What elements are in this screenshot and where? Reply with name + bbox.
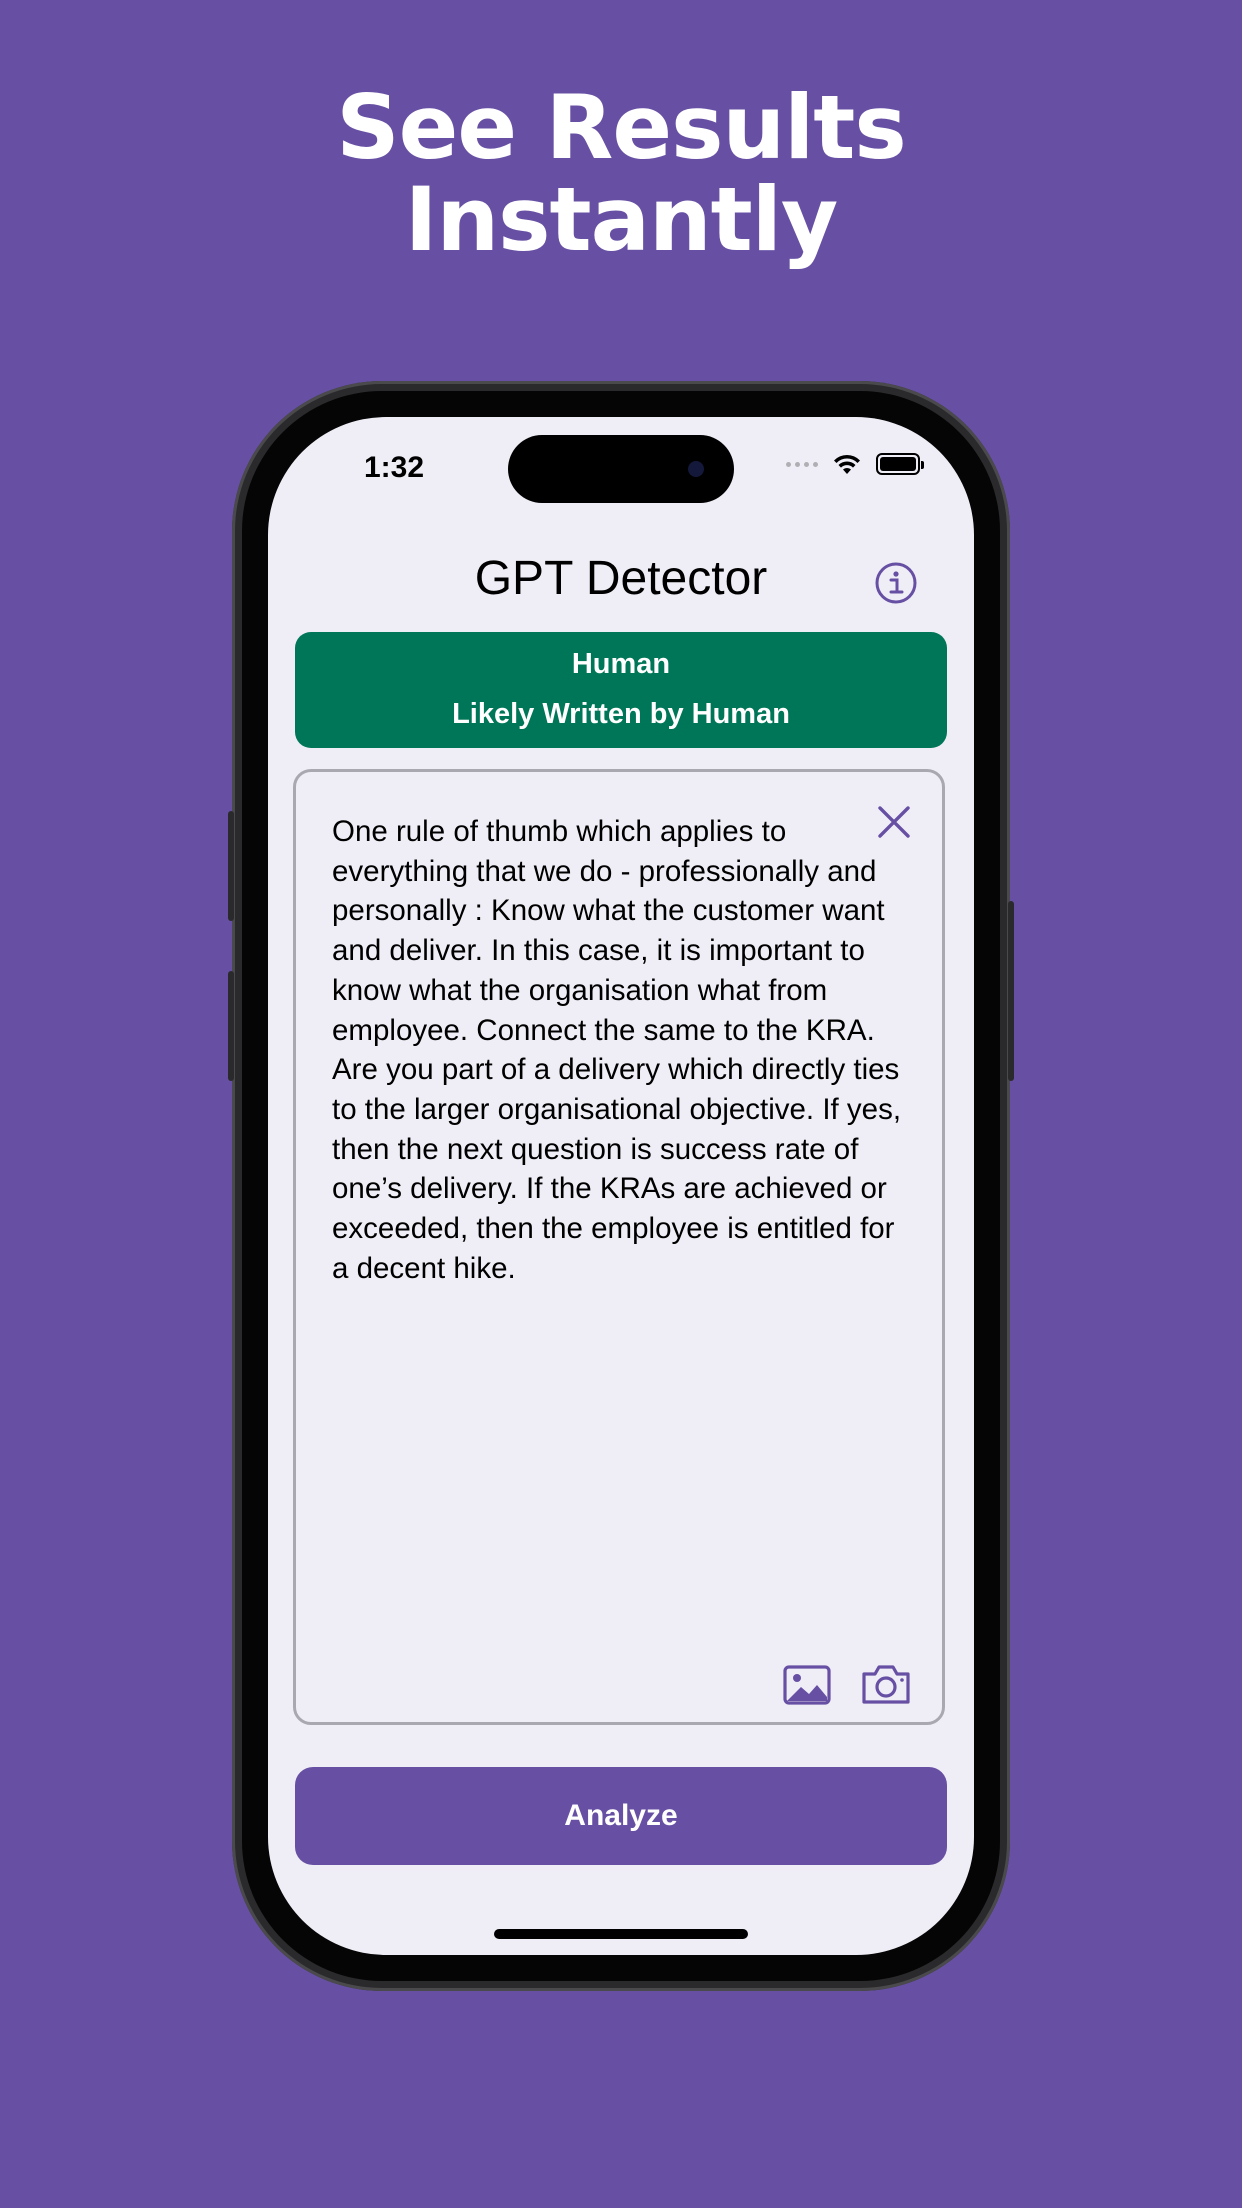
status-time: 1:32 [364,451,425,484]
phone-screen: 1:32 GPT Detector Human Likely Written b… [268,417,974,1955]
power-button [1008,901,1014,1081]
camera-icon[interactable] [860,1662,912,1706]
image-icon[interactable] [782,1664,832,1706]
info-icon[interactable] [874,561,918,605]
phone-frame: 1:32 GPT Detector Human Likely Written b… [228,381,1014,1991]
dynamic-island [508,435,734,503]
front-camera-icon [688,461,704,477]
home-indicator[interactable] [494,1929,748,1939]
result-banner: Human Likely Written by Human [295,632,947,748]
headline-line-2: Instantly [404,168,838,271]
result-label: Human [571,648,671,680]
volume-up-button [228,811,234,921]
close-icon[interactable] [874,802,914,842]
promo-headline: See Results Instantly [0,82,1242,266]
input-text[interactable]: One rule of thumb which applies to every… [332,812,912,1288]
signal-icon [786,461,818,467]
wifi-icon [834,454,860,474]
analyze-button[interactable]: Analyze [295,1767,947,1865]
app-title: GPT Detector [474,552,768,605]
text-input-area[interactable]: One rule of thumb which applies to every… [293,769,945,1725]
volume-down-button [228,971,234,1081]
status-icons [786,453,924,475]
headline-line-1: See Results [336,76,906,179]
result-detail: Likely Written by Human [452,698,790,730]
battery-icon [876,453,924,475]
